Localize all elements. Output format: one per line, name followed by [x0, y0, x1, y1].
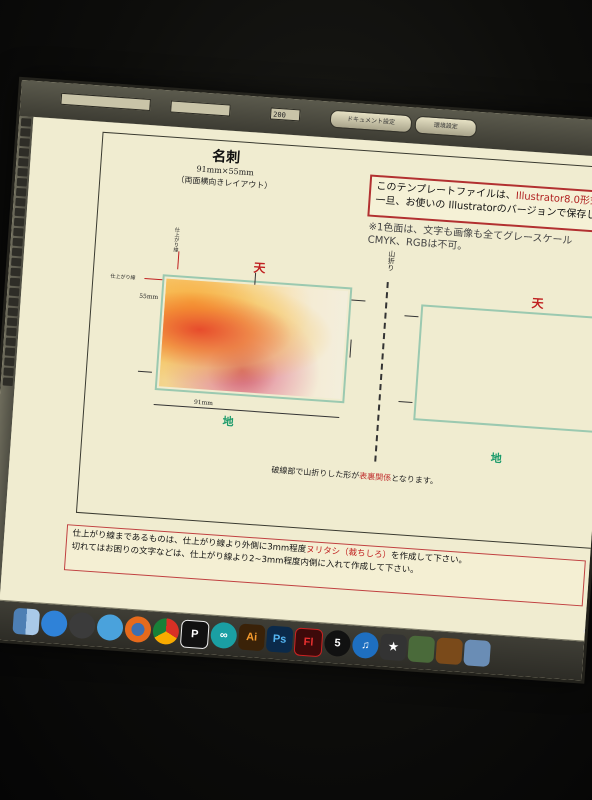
garageband-icon[interactable] [435, 637, 464, 666]
fill-stroke-icon[interactable] [2, 377, 14, 387]
safari-icon[interactable] [96, 613, 124, 642]
imovie-icon[interactable]: ★ [379, 633, 408, 662]
iphoto-icon[interactable] [407, 635, 436, 664]
top-marker-back: 天 [531, 296, 545, 311]
pen-tool-icon[interactable] [17, 157, 29, 167]
monitor: 200 ドキュメント設定 環境設定 名刺 91mm×55mm （両面横向きレイア… [0, 0, 592, 800]
artboard-tool-icon[interactable] [5, 337, 16, 347]
graph-tool-icon[interactable] [8, 287, 20, 297]
finder-icon[interactable] [12, 607, 41, 636]
free-transform-tool-icon[interactable] [10, 267, 21, 277]
itunes-icon[interactable]: ♫ [351, 631, 380, 660]
html5-icon[interactable]: 5 [323, 629, 352, 658]
mesh-tool-icon[interactable] [8, 297, 19, 307]
photoshop-icon[interactable]: Ps [265, 625, 294, 654]
front-card[interactable] [154, 274, 353, 404]
blend-tool-icon[interactable] [6, 327, 17, 337]
brand-logo: art [583, 624, 592, 636]
fold-label: 山折り [386, 249, 397, 272]
launchpad-icon[interactable] [68, 611, 96, 640]
direct-selection-tool-icon[interactable] [20, 128, 31, 137]
rotate-tool-icon[interactable] [12, 237, 23, 247]
paintbrush-tool-icon[interactable] [15, 197, 26, 207]
width-dimension: 91mm [193, 398, 214, 408]
opacity-field[interactable] [170, 100, 231, 117]
watercolor-artwork [158, 278, 349, 399]
gradient-tool-icon[interactable] [7, 307, 19, 317]
scale-tool-icon[interactable] [11, 247, 23, 257]
app-store-icon[interactable] [40, 609, 69, 638]
stroke-field[interactable] [60, 92, 151, 112]
preferences-button[interactable]: 環境設定 [414, 115, 478, 138]
flash-icon[interactable]: Fl [293, 627, 324, 658]
fold-note-c: となります。 [390, 473, 439, 486]
screen: 200 ドキュメント設定 環境設定 名刺 91mm×55mm （両面横向きレイア… [0, 80, 592, 681]
selection-tool-icon[interactable] [20, 118, 32, 127]
chrome-icon[interactable] [152, 617, 180, 646]
width-tool-icon[interactable] [11, 257, 22, 267]
rectangle-tool-icon[interactable] [15, 187, 27, 197]
height-dimension: 55mm [138, 292, 159, 302]
blob-brush-tool-icon[interactable] [13, 217, 25, 227]
lasso-tool-icon[interactable] [18, 147, 30, 157]
arduino-icon[interactable]: ∞ [209, 621, 238, 650]
type-tool-icon[interactable] [17, 167, 28, 177]
magic-wand-tool-icon[interactable] [19, 137, 30, 147]
symbol-sprayer-tool-icon[interactable] [9, 277, 21, 287]
illustrator-icon[interactable]: Ai [237, 623, 266, 652]
pencil-tool-icon[interactable] [14, 207, 26, 217]
document-canvas[interactable]: 名刺 91mm×55mm （両面横向きレイアウト） このテンプレートファイルは、… [0, 116, 592, 641]
firefox-icon[interactable] [124, 615, 152, 644]
eraser-tool-icon[interactable] [13, 227, 24, 237]
processing-icon[interactable]: P [179, 619, 210, 650]
slice-tool-icon[interactable] [4, 347, 16, 357]
folder-icon[interactable] [463, 639, 492, 668]
eyedropper-tool-icon[interactable] [6, 317, 18, 327]
back-card[interactable] [413, 304, 592, 435]
fold-note-b: 表裏関係 [358, 471, 392, 483]
document-setup-button[interactable]: ドキュメント設定 [329, 109, 413, 134]
zoom-field[interactable]: 200 [269, 107, 301, 122]
line-tool-icon[interactable] [16, 177, 28, 187]
zoom-tool-icon[interactable] [3, 367, 14, 377]
bottom-marker-back: 地 [490, 451, 503, 466]
hand-tool-icon[interactable] [4, 357, 15, 367]
bottom-marker-front: 地 [222, 414, 235, 429]
